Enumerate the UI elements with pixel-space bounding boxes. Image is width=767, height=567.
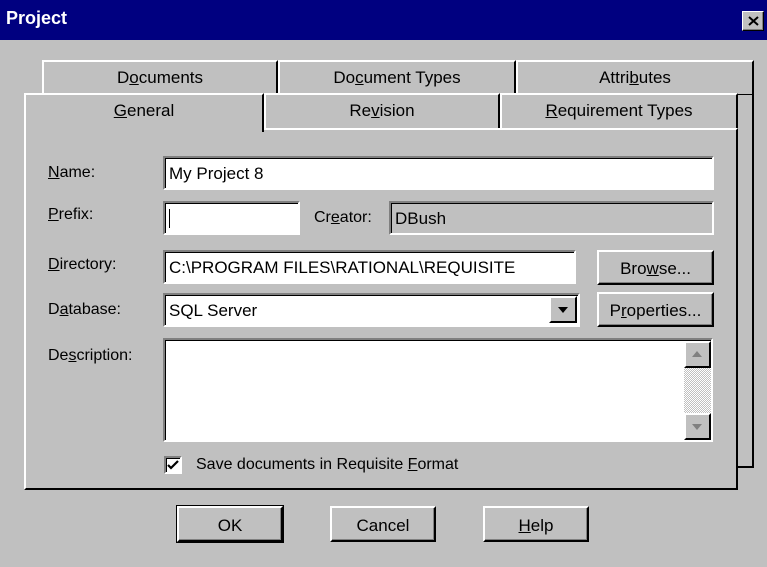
close-button[interactable]	[742, 11, 764, 31]
database-label: Database:	[48, 301, 121, 318]
scroll-down-button[interactable]	[684, 413, 711, 440]
arrow-down-icon	[692, 424, 702, 430]
tab-label: Revision	[349, 101, 415, 120]
properties-button[interactable]: Properties...	[597, 292, 714, 327]
ok-button-label: OK	[217, 516, 243, 535]
cancel-button-label: Cancel	[356, 516, 410, 535]
tab-requirement-types[interactable]: Requirement Types	[500, 93, 738, 129]
prefix-label: Prefix:	[48, 206, 94, 223]
description-textarea[interactable]	[163, 338, 713, 442]
ok-button[interactable]: OK	[176, 505, 284, 543]
close-icon	[748, 16, 759, 26]
tab-revision[interactable]: Revision	[264, 93, 500, 129]
save-format-checkbox[interactable]	[164, 456, 182, 474]
save-format-label[interactable]: Save documents in Requisite Format	[196, 456, 458, 474]
tab-general[interactable]: General	[24, 93, 264, 132]
creator-label: Creator:	[314, 209, 372, 226]
database-value: SQL Server	[169, 301, 258, 320]
chevron-down-icon	[558, 307, 568, 313]
scroll-up-button[interactable]	[684, 341, 711, 368]
text-caret	[169, 209, 170, 228]
tab-label: Documents	[117, 68, 203, 87]
help-button[interactable]: Help	[483, 506, 589, 542]
name-label: Name:	[48, 164, 96, 181]
tab-label: Document Types	[333, 68, 461, 87]
tab-label: Requirement Types	[545, 101, 693, 120]
checkmark-icon	[167, 460, 179, 470]
name-input[interactable]: My Project 8	[163, 156, 714, 190]
tab-label: Attributes	[599, 68, 671, 87]
tab-documents[interactable]: Documents	[42, 60, 278, 94]
creator-field: DBush	[389, 201, 714, 235]
cancel-button[interactable]: Cancel	[330, 506, 436, 542]
prefix-input[interactable]	[163, 201, 300, 235]
arrow-up-icon	[692, 351, 702, 357]
back-tab-panel-edge	[736, 93, 754, 468]
name-value: My Project 8	[169, 164, 264, 183]
title-bar: Project	[0, 0, 767, 40]
window-title: Project	[6, 8, 68, 28]
database-select[interactable]: SQL Server	[163, 293, 580, 327]
directory-label: Directory:	[48, 256, 117, 273]
tab-document-types[interactable]: Document Types	[278, 60, 516, 94]
description-label: Description:	[48, 347, 133, 364]
directory-value: C:\PROGRAM FILES\RATIONAL\REQUISITE	[169, 258, 516, 277]
directory-input[interactable]: C:\PROGRAM FILES\RATIONAL\REQUISITE	[163, 250, 576, 284]
database-dropdown-button[interactable]	[549, 296, 577, 323]
creator-value: DBush	[395, 209, 447, 228]
browse-button[interactable]: Browse...	[597, 250, 714, 285]
tab-label: General	[113, 101, 175, 120]
tab-attributes[interactable]: Attributes	[516, 60, 754, 94]
